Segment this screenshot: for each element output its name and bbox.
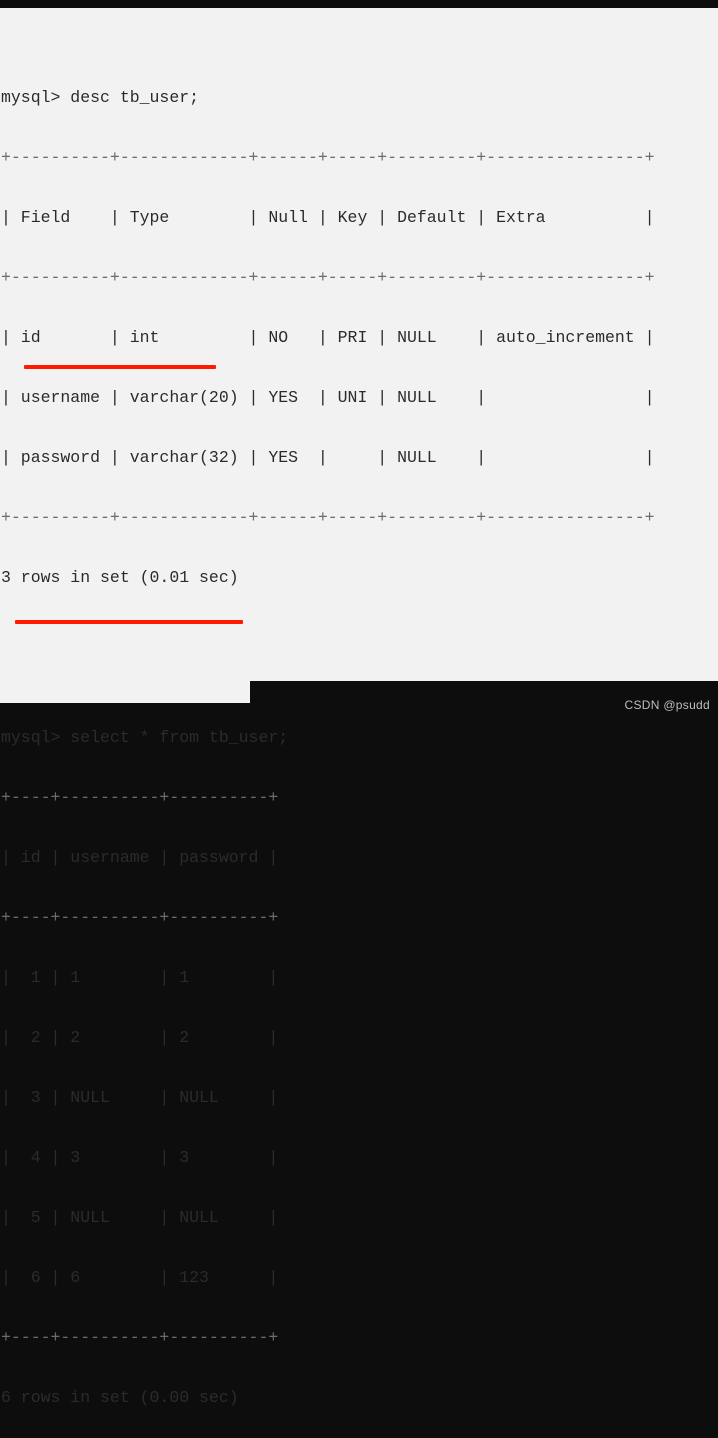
table-row: | 3 | NULL | NULL | — [1, 1088, 279, 1107]
terminal-output[interactable]: mysql> desc tb_user; +----------+-------… — [0, 8, 718, 1438]
table-header-row: | id | username | password | — [1, 848, 279, 867]
table-header-row: | Field | Type | Null | Key | Default | … — [1, 208, 655, 227]
table-row: | id | int | NO | PRI | NULL | auto_incr… — [1, 328, 655, 347]
status-line: 6 rows in set (0.00 sec) — [1, 1388, 239, 1407]
csdn-watermark: CSDN @psudd — [624, 698, 710, 712]
table-row: | 4 | 3 | 3 | — [1, 1148, 279, 1167]
table-rule-top: +----------+-------------+------+-----+-… — [1, 148, 655, 167]
red-underline-annotation — [24, 365, 216, 369]
table-row: | username | varchar(20) | YES | UNI | N… — [1, 388, 655, 407]
table-row: | 2 | 2 | 2 | — [1, 1028, 279, 1047]
prompt-line: mysql> desc tb_user; — [1, 88, 200, 107]
table-row: | password | varchar(32) | YES | | NULL … — [1, 448, 655, 467]
table-row: | 1 | 1 | 1 | — [1, 968, 279, 987]
table-rule-bottom: +----------+-------------+------+-----+-… — [1, 508, 655, 527]
prompt-line: mysql> select * from tb_user; — [1, 728, 289, 747]
status-line: 3 rows in set (0.01 sec) — [1, 568, 239, 587]
table-row: | 5 | NULL | NULL | — [1, 1208, 279, 1227]
table-rule-bottom: +----+----------+----------+ — [1, 1328, 279, 1347]
table-rule-top: +----+----------+----------+ — [1, 788, 279, 807]
screenshot-root: mysql> desc tb_user; +----------+-------… — [0, 0, 718, 1407]
table-row: | 6 | 6 | 123 | — [1, 1268, 279, 1287]
red-underline-annotation — [15, 620, 243, 624]
table-rule-mid: +----------+-------------+------+-----+-… — [1, 268, 655, 287]
table-rule-mid: +----+----------+----------+ — [1, 908, 279, 927]
